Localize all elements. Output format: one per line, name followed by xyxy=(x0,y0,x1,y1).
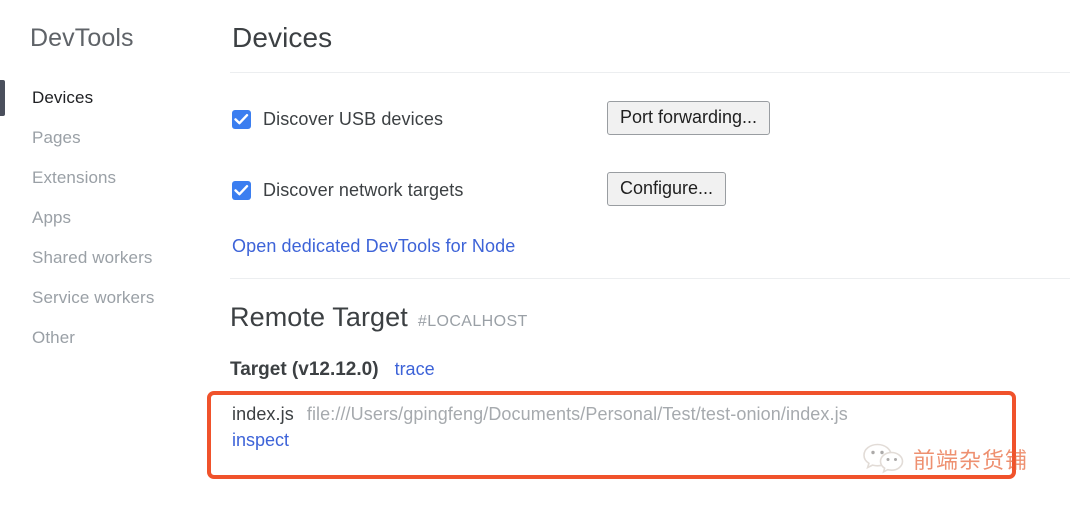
target-entry: index.js file:///Users/gpingfeng/Documen… xyxy=(232,404,1022,451)
discover-usb-row: Discover USB devices xyxy=(232,106,443,132)
sidebar-item-service-workers[interactable]: Service workers xyxy=(0,278,212,318)
target-entry-line: index.js file:///Users/gpingfeng/Documen… xyxy=(232,404,1022,425)
target-row: Target (v12.12.0) trace xyxy=(230,359,435,381)
app-title: DevTools xyxy=(30,24,134,52)
discover-network-label: Discover network targets xyxy=(263,179,464,200)
page-title: Devices xyxy=(232,22,333,53)
discover-network-checkbox[interactable] xyxy=(232,180,251,200)
sidebar: DevTools Devices Pages Extensions Apps S… xyxy=(0,0,212,513)
sidebar-item-label: Devices xyxy=(32,88,94,107)
sidebar-item-label: Shared workers xyxy=(32,248,153,267)
remote-target-title: Remote Target xyxy=(230,302,408,332)
discover-usb-checkbox[interactable] xyxy=(232,109,251,129)
sidebar-item-shared-workers[interactable]: Shared workers xyxy=(0,238,212,278)
checkmark-icon xyxy=(234,113,249,124)
configure-button[interactable]: Configure... xyxy=(607,172,727,206)
remote-target-heading: Remote Target #LOCALHOST xyxy=(230,302,528,333)
divider-middle xyxy=(230,278,1070,279)
sidebar-item-extensions[interactable]: Extensions xyxy=(0,158,212,198)
sidebar-item-label: Service workers xyxy=(32,288,155,307)
target-file-path: file:///Users/gpingfeng/Documents/Person… xyxy=(306,404,848,424)
divider-top xyxy=(230,72,1070,73)
discover-network-row: Discover network targets xyxy=(232,177,463,203)
remote-target-host: #LOCALHOST xyxy=(417,313,528,330)
target-name: Target (v12.12.0) xyxy=(230,359,379,380)
port-forwarding-button[interactable]: Port forwarding... xyxy=(607,101,771,135)
sidebar-item-devices[interactable]: Devices xyxy=(0,78,212,118)
sidebar-item-label: Apps xyxy=(32,208,72,227)
inspect-link[interactable]: inspect xyxy=(232,430,289,451)
sidebar-nav: Devices Pages Extensions Apps Shared wor… xyxy=(0,78,212,358)
sidebar-item-pages[interactable]: Pages xyxy=(0,118,212,158)
sidebar-item-other[interactable]: Other xyxy=(0,318,212,358)
active-indicator-bar xyxy=(0,80,5,116)
checkmark-icon xyxy=(234,184,249,195)
sidebar-item-label: Pages xyxy=(32,128,81,147)
sidebar-item-label: Other xyxy=(32,328,76,347)
discover-usb-label: Discover USB devices xyxy=(263,108,444,129)
target-file-name: index.js xyxy=(232,404,294,424)
open-dedicated-devtools-link[interactable]: Open dedicated DevTools for Node xyxy=(232,236,515,257)
sidebar-item-label: Extensions xyxy=(32,168,117,187)
sidebar-item-apps[interactable]: Apps xyxy=(0,198,212,238)
trace-link[interactable]: trace xyxy=(395,359,435,380)
